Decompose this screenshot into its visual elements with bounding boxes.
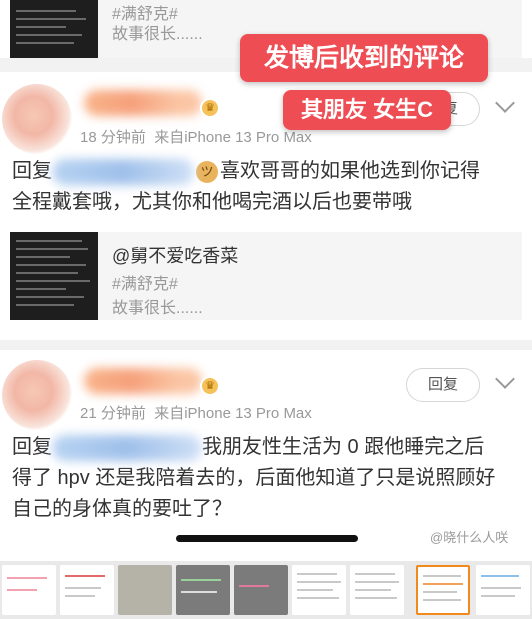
comment-line-2: 全程戴套哦，尤其你和他喝完酒以后也要带哦 xyxy=(12,191,412,213)
avatar[interactable] xyxy=(2,84,72,154)
quote-thumbnail xyxy=(10,232,98,320)
quote-thumbnail xyxy=(10,0,98,58)
comment-line-3: 自己的身体真的要吐了？ xyxy=(12,498,232,520)
username-blurred[interactable] xyxy=(84,368,202,394)
quoted-post-card[interactable]: @舅不爱吃香菜 #满舒克# 故事很长...... xyxy=(10,232,522,320)
thumbnail-strip xyxy=(0,561,532,619)
thumbnail[interactable] xyxy=(60,565,114,615)
reply-prefix: 回复 xyxy=(12,436,52,458)
thumbnail-selected[interactable] xyxy=(416,565,470,615)
comment-body: 回复 ツ喜欢哥哥的如果他选到你记得 全程戴套哦，尤其你和他喝完酒以后也要带哦 xyxy=(12,156,522,218)
callout-sub: 其朋友 女生C xyxy=(283,90,451,130)
doge-emoji-icon: ツ xyxy=(196,160,218,183)
comment-line-1: 我朋友性生活为 0 跟他睡完之后 xyxy=(202,436,485,458)
comment-meta: 18 分钟前 来自iPhone 13 Pro Max xyxy=(80,126,312,147)
comment-time: 21 分钟前 xyxy=(80,405,146,422)
reply-button[interactable]: 回复 xyxy=(406,368,480,402)
crown-badge-icon: ♛ xyxy=(200,376,220,396)
quote-topic-tag[interactable]: #满舒克# xyxy=(112,270,178,294)
thumbnail[interactable] xyxy=(476,565,530,615)
chevron-down-icon[interactable] xyxy=(495,93,515,113)
comment-source: 来自iPhone 13 Pro Max xyxy=(154,129,312,146)
thumbnail[interactable] xyxy=(234,565,288,615)
callout-main: 发博后收到的评论 xyxy=(240,34,488,82)
home-indicator[interactable] xyxy=(176,535,358,542)
comment-card-1: ♛ 18 分钟前 来自iPhone 13 Pro Max 回复 回复 ツ喜欢哥哥的… xyxy=(0,72,532,340)
avatar[interactable] xyxy=(2,360,72,430)
quote-author[interactable]: @舅不爱吃香菜 xyxy=(112,242,238,268)
watermark: @晓什么人咲 xyxy=(430,530,509,545)
quote-description: 故事很长...... xyxy=(112,300,203,317)
chevron-down-icon[interactable] xyxy=(495,369,515,389)
mention-blurred[interactable] xyxy=(52,434,202,461)
comment-line-1: 喜欢哥哥的如果他选到你记得 xyxy=(220,160,480,182)
quote-description: 故事很长...... xyxy=(112,26,203,43)
thumbnail[interactable] xyxy=(292,565,346,615)
reply-prefix: 回复 xyxy=(12,160,52,182)
thumbnail[interactable] xyxy=(2,565,56,615)
thumbnail[interactable] xyxy=(118,565,172,615)
username-blurred[interactable] xyxy=(84,90,202,116)
comment-time: 18 分钟前 xyxy=(80,129,146,146)
mention-blurred[interactable] xyxy=(52,158,194,185)
thumbnail[interactable] xyxy=(176,565,230,615)
thumbnail[interactable] xyxy=(350,565,404,615)
comment-body: 回复 我朋友性生活为 0 跟他睡完之后 得了 hpv 还是我陪着去的，后面他知道了… xyxy=(12,432,522,525)
comment-line-2: 得了 hpv 还是我陪着去的，后面他知道了只是说照顾好 xyxy=(12,467,496,489)
comment-source: 来自iPhone 13 Pro Max xyxy=(154,405,312,422)
comment-meta: 21 分钟前 来自iPhone 13 Pro Max xyxy=(80,402,312,423)
separator xyxy=(0,340,532,350)
crown-badge-icon: ♛ xyxy=(200,98,220,118)
